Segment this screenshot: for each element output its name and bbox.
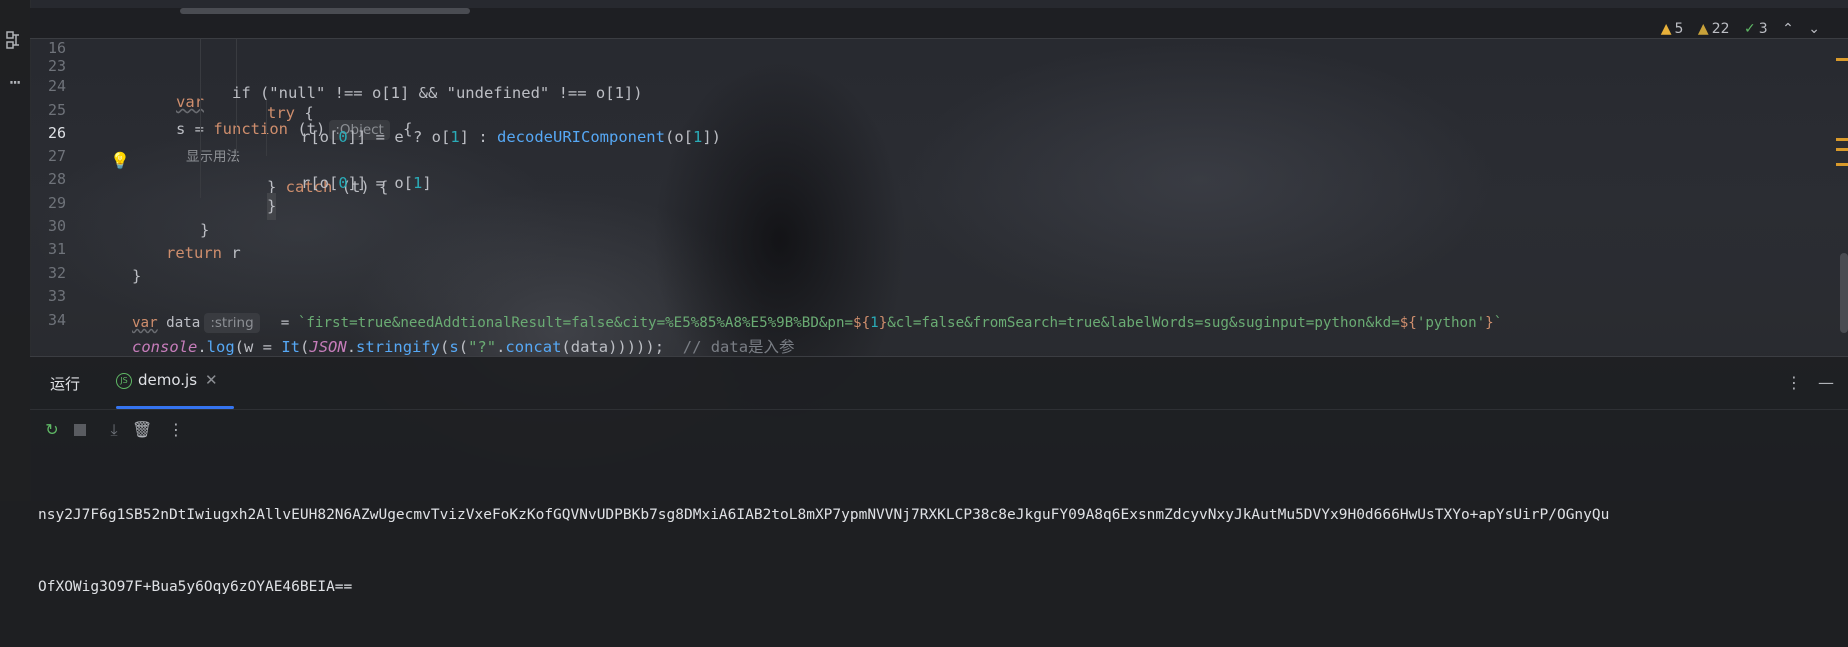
stop-icon[interactable] [70, 420, 90, 440]
tab-demo-js[interactable]: JS demo.js ✕ [116, 371, 234, 409]
scroll-to-end-icon[interactable]: ⤓ [104, 420, 124, 440]
run-toolbar: ↻ ⤓ 🗑 ⋮ [30, 409, 1848, 452]
nodejs-file-icon: JS [116, 372, 132, 389]
error-stripe-marker[interactable] [1836, 138, 1848, 141]
more-kebab-icon[interactable]: ⋮ [166, 420, 186, 440]
error-stripe-marker[interactable] [1836, 163, 1848, 166]
console-output-line: nsy2J7F6g1SB52nDtIwiugxh2AllvEUH82N6AZwU… [38, 507, 1610, 523]
code-line-28[interactable]: 28 } [30, 139, 1820, 220]
code-line-31[interactable]: 31 } [30, 209, 1820, 285]
minimize-icon[interactable]: — [1818, 373, 1834, 392]
more-tools-icon[interactable]: ⋯ [4, 72, 26, 94]
code-line-33[interactable]: 33 var data:string = `first=true&needAdd… [30, 256, 1820, 333]
rerun-icon[interactable]: ↻ [42, 420, 62, 440]
vertical-scrollbar[interactable] [1840, 253, 1848, 333]
run-tab-bar: 运行 JS demo.js ✕ ⋮ — [30, 357, 1848, 409]
run-tool-title[interactable]: 运行 [50, 373, 80, 394]
code-line-34[interactable]: 34 console.log(w = It(JSON.stringify(s("… [30, 280, 1820, 356]
type-inlay-hint: :string [204, 313, 260, 333]
console-output-line: OfXOWig3O97F+Bua5y6Oqy6zOYAE46BEIA== [38, 579, 353, 595]
code-editor[interactable]: 23 if ("null" !== o[1] && "undefined" !=… [30, 38, 1848, 356]
error-stripe-marker[interactable] [1836, 148, 1848, 151]
options-kebab-icon[interactable]: ⋮ [1786, 373, 1802, 392]
console-output[interactable]: nsy2J7F6g1SB52nDtIwiugxh2AllvEUH82N6AZwU… [38, 455, 1828, 647]
code-comment: // data是入参 [682, 338, 795, 356]
close-icon[interactable]: ✕ [205, 371, 218, 389]
trash-icon[interactable]: 🗑 [132, 420, 152, 440]
structure-icon[interactable] [4, 30, 26, 52]
error-stripe-marker[interactable] [1836, 58, 1848, 61]
activity-bar: ⋯ [0, 0, 31, 501]
run-tool-window: 运行 JS demo.js ✕ ⋮ — ↻ ⤓ 🗑 ⋮ nsy2J7F6g1SB52… [30, 356, 1848, 595]
code-line-24[interactable]: 24 try { [30, 46, 1820, 122]
